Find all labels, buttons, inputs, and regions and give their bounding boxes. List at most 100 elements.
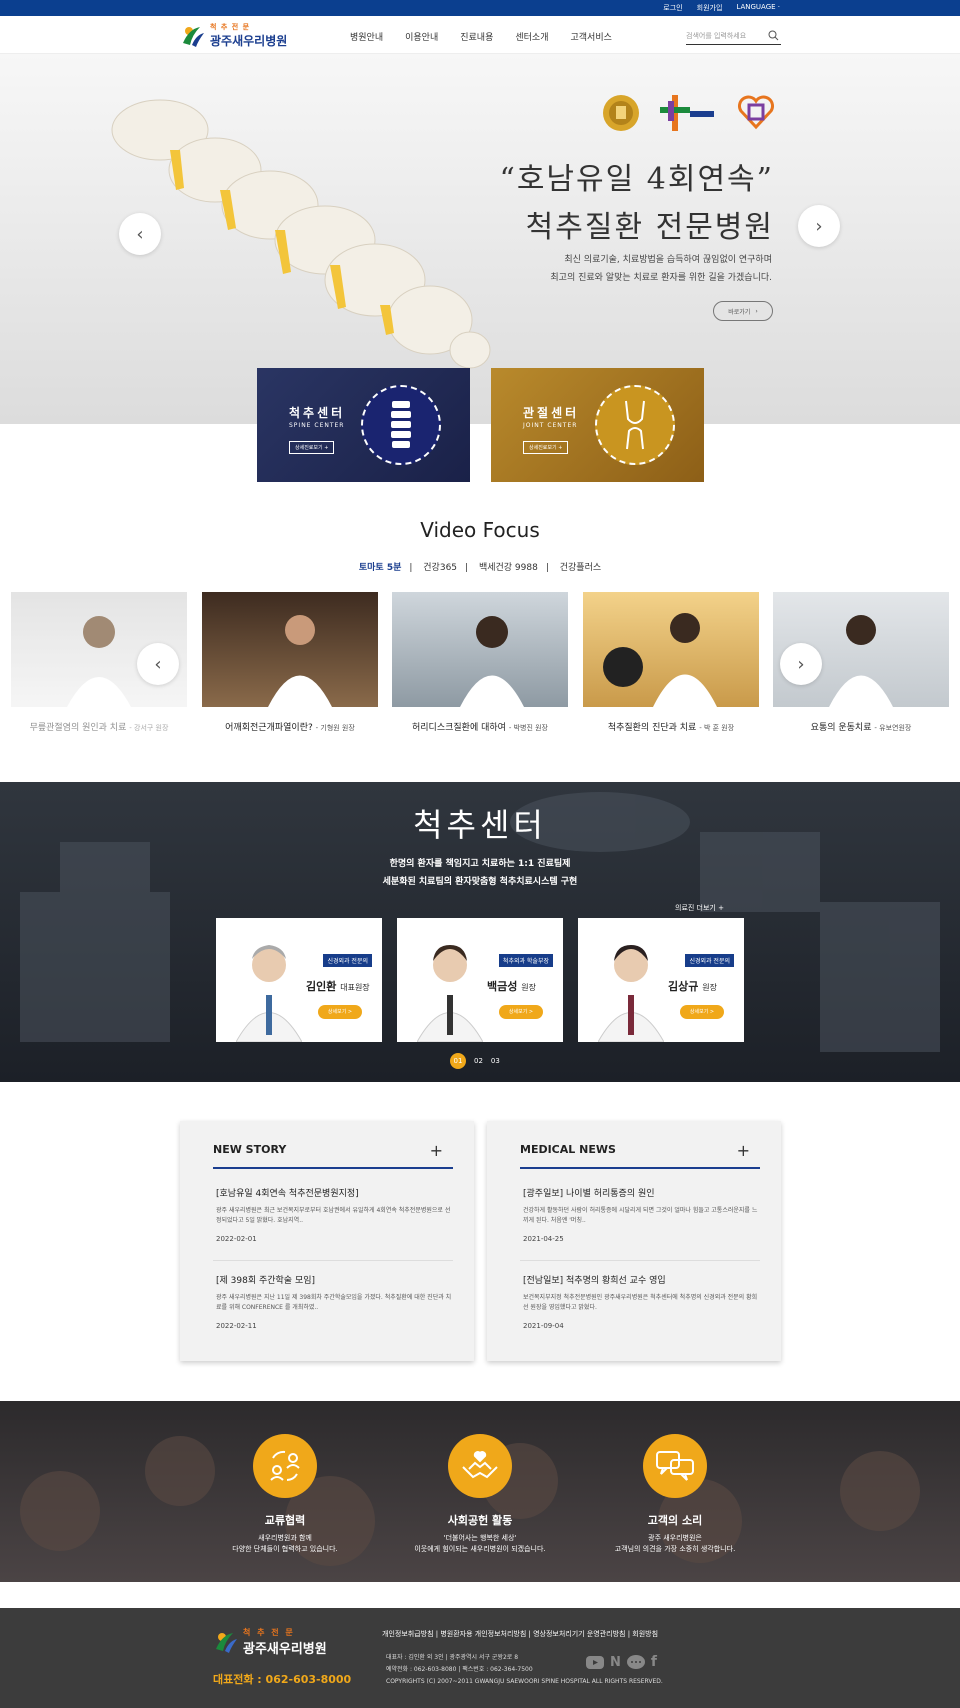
doctor-name: 김인환	[306, 980, 337, 993]
video-caption[interactable]: 무릎관절염의 원인과 치료 - 강서구 원장	[11, 720, 187, 733]
search-icon[interactable]	[768, 30, 779, 41]
menu-center[interactable]: 센터소개	[515, 30, 548, 43]
community-desc-line1: 광주 새우리병원은	[648, 1534, 702, 1542]
spine-center-subtitle: SPINE CENTER	[289, 422, 345, 429]
hero-desc-line2: 최고의 진료와 알맞는 치료로 환자를 위한 길을 가겠습니다.	[550, 273, 772, 283]
tab-health9988[interactable]: 백세건강 9988	[479, 563, 538, 573]
joint-center-detail-button[interactable]: 상세진료보기 +	[523, 441, 569, 454]
video-doctor: - 박 훈 원장	[699, 724, 735, 732]
footer-phone: 대표전화 : 062-603-8000	[213, 1673, 352, 1686]
site-logo[interactable]: 척 추 전 문 광주새우리병원	[180, 22, 287, 49]
search-input[interactable]: 검색어를 입력하세요	[686, 28, 781, 45]
speech-bubbles-icon	[643, 1434, 707, 1498]
community-title: 고객의 소리	[647, 1514, 703, 1527]
news-title: [호남유일 4회연속 척추전문병원지정]	[216, 1189, 359, 1199]
more-doctors-link[interactable]: 의료진 더보기 +	[675, 903, 724, 913]
language-dropdown[interactable]: LANGUAGE ·	[736, 3, 780, 13]
spine-icon	[361, 385, 441, 465]
menu-hospital-info[interactable]: 병원안내	[350, 30, 383, 43]
doctor-specialty: 척추외과 학술부장	[498, 954, 553, 967]
pager-page-2[interactable]: 02	[474, 1057, 483, 1065]
news-title: [전남일보] 척추명의 황희선 교수 영입	[523, 1276, 666, 1286]
doctor-detail-button[interactable]: 상세보기 >	[499, 1005, 543, 1019]
community-desc-line2: 고객님의 의견을 가장 소중히 생각합니다.	[614, 1545, 736, 1553]
gnb-menu: 병원안내 이용안내 진료내용 센터소개 고객서비스	[350, 30, 612, 43]
doctor-card[interactable]: 신경외과 전문의 김인환 대표원장 상세보기 >	[216, 918, 382, 1042]
video-title: 척추질환의 진단과 치료	[607, 723, 697, 733]
footer-logo[interactable]: 척 추 전 문 광주새우리병원	[213, 1627, 327, 1657]
plus-icon[interactable]: +	[737, 1141, 750, 1160]
tab-health365[interactable]: 건강365	[423, 563, 457, 573]
news-desc: 광주 새우리병원은 지난 11일 제 398회차 주간학술모임을 가졌다. 척추…	[216, 1294, 452, 1311]
news-desc: 광주 새우리병원은 최근 보건복지부로부터 호남권에서 유일하게 4회연속 척추…	[216, 1207, 451, 1224]
naver-icon[interactable]: N	[610, 1655, 621, 1670]
menu-usage-info[interactable]: 이용안내	[405, 30, 438, 43]
news-title: [광주일보] 나이별 허리통증의 원인	[523, 1189, 655, 1199]
youtube-icon[interactable]	[586, 1655, 604, 1669]
footer-copyright: COPYRIGHTS (C) 2007~2011 GWANGJU SAEWOOR…	[386, 1678, 663, 1685]
hero-go-button[interactable]: 바로가기 ›	[713, 301, 773, 321]
doctor-name: 김상규	[668, 980, 699, 993]
video-thumbnail[interactable]	[202, 592, 378, 707]
plus-icon[interactable]: +	[430, 1141, 443, 1160]
spine-center-card[interactable]: 척추센터 SPINE CENTER 상세진료보기 +	[257, 368, 470, 482]
doctor-detail-button[interactable]: 상세보기 >	[318, 1005, 362, 1019]
pager-page-1[interactable]: 01	[450, 1053, 466, 1069]
facebook-icon[interactable]: f	[651, 1654, 657, 1670]
community-desc-line1: 새우리병원과 함께	[258, 1534, 312, 1542]
doctor-card[interactable]: 척추외과 학술부장 백금성 원장 상세보기 >	[397, 918, 563, 1042]
hero-next-arrow[interactable]: ›	[798, 205, 840, 247]
footer-policy-links[interactable]: 개인정보취급방침 | 병원환자용 개인정보처리방침 | 영상정보처리기기 운영관…	[382, 1629, 658, 1639]
community-desc-line2: 이웃에게 힘이되는 새우리병원이 되겠습니다.	[414, 1545, 546, 1553]
joint-center-card[interactable]: 관절센터 JOINT CENTER 상세진료보기 +	[491, 368, 704, 482]
video-next-arrow[interactable]: ›	[780, 643, 822, 685]
spine-desc-line2: 세분화된 치료팀의 환자맞춤형 척추치료시스템 구현	[382, 877, 578, 887]
doctor-photo	[598, 945, 664, 1042]
top-utility-bar: 로그인 회원가입 LANGUAGE ·	[0, 0, 960, 16]
community-item-customer-voice[interactable]: 고객의 소리 광주 새우리병원은고객님의 의견을 가장 소중히 생각합니다.	[565, 1434, 785, 1555]
news-item[interactable]: [제 398회 주간학술 모임] 광주 새우리병원은 지난 11일 제 398회…	[216, 1273, 452, 1330]
news-item[interactable]: [광주일보] 나이별 허리통증의 원인 건강하게 활동하던 사람이 허리통증에 …	[523, 1186, 759, 1243]
hands-heart-icon	[448, 1434, 512, 1498]
community-desc-line2: 다양한 단체들이 협력하고 있습니다.	[232, 1545, 338, 1553]
menu-treatment[interactable]: 진료내용	[460, 30, 493, 43]
video-caption[interactable]: 척추질환의 진단과 치료 - 박 훈 원장	[583, 720, 759, 733]
hero-desc-line1: 최신 의료기술, 치료방법을 습득하여 끊임없이 연구하며	[564, 255, 772, 265]
video-focus-tabs: 토마토 5분 | 건강365 | 백세건강 9988 | 건강플러스	[358, 563, 602, 573]
video-caption[interactable]: 허리디스크질환에 대하여 - 박병진 원장	[392, 720, 568, 733]
doctor-pager: 01 02 03	[450, 1053, 500, 1069]
doctor-specialty: 신경외과 전문의	[685, 954, 734, 967]
hero-title-line1: “호남유일 4회연속”	[499, 162, 774, 197]
video-thumbnail[interactable]	[583, 592, 759, 707]
pager-page-3[interactable]: 03	[491, 1057, 500, 1065]
community-desc-line1: '더불어사는 행복한 세상'	[443, 1534, 517, 1542]
login-link[interactable]: 로그인	[663, 3, 682, 13]
doctor-role: 대표원장	[340, 983, 370, 992]
knee-joint-icon	[595, 385, 675, 465]
video-caption[interactable]: 어깨회전근개파열이란? - 기형원 원장	[202, 720, 378, 733]
talk-icon[interactable]	[626, 1654, 645, 1670]
chevron-right-icon: ›	[815, 215, 823, 237]
doctor-card[interactable]: 신경외과 전문의 김상규 원장 상세보기 >	[578, 918, 744, 1042]
video-thumbnail[interactable]	[392, 592, 568, 707]
video-doctor: - 기형원 원장	[315, 724, 355, 732]
news-desc: 보건복지부지정 척추전문병원인 광주새우리병원은 척추센터에 척추명의 신경외과…	[523, 1294, 758, 1311]
logo-mark-icon	[216, 1633, 237, 1653]
community-title: 사회공헌 활동	[447, 1514, 513, 1527]
news-item[interactable]: [전남일보] 척추명의 황희선 교수 영입 보건복지부지정 척추전문병원인 광주…	[523, 1273, 759, 1330]
divider	[213, 1260, 453, 1261]
new-story-title: NEW STORY	[213, 1143, 287, 1156]
signup-link[interactable]: 회원가입	[697, 3, 723, 13]
menu-customer-service[interactable]: 고객서비스	[571, 30, 612, 43]
news-item[interactable]: [호남유일 4회연속 척추전문병원지정] 광주 새우리병원은 최근 보건복지부로…	[216, 1186, 452, 1243]
hero-prev-arrow[interactable]: ‹	[119, 213, 161, 255]
community-item-social-contribution[interactable]: 사회공헌 활동 '더불어사는 행복한 세상' 이웃에게 힘이되는 새우리병원이 되…	[370, 1434, 590, 1555]
chevron-right-icon: ›	[755, 307, 758, 315]
spine-center-detail-button[interactable]: 상세진료보기 +	[289, 441, 335, 454]
doctor-detail-button[interactable]: 상세보기 >	[680, 1005, 724, 1019]
tab-tomato[interactable]: 토마토 5분	[359, 563, 402, 573]
video-caption[interactable]: 요통의 운동치료 - 유보연원장	[773, 720, 949, 733]
video-prev-arrow[interactable]: ‹	[137, 643, 179, 685]
community-item-exchange[interactable]: 교류협력 새우리병원과 함께 다양한 단체들이 협력하고 있습니다.	[175, 1434, 395, 1555]
tab-health-plus[interactable]: 건강플러스	[560, 563, 601, 573]
